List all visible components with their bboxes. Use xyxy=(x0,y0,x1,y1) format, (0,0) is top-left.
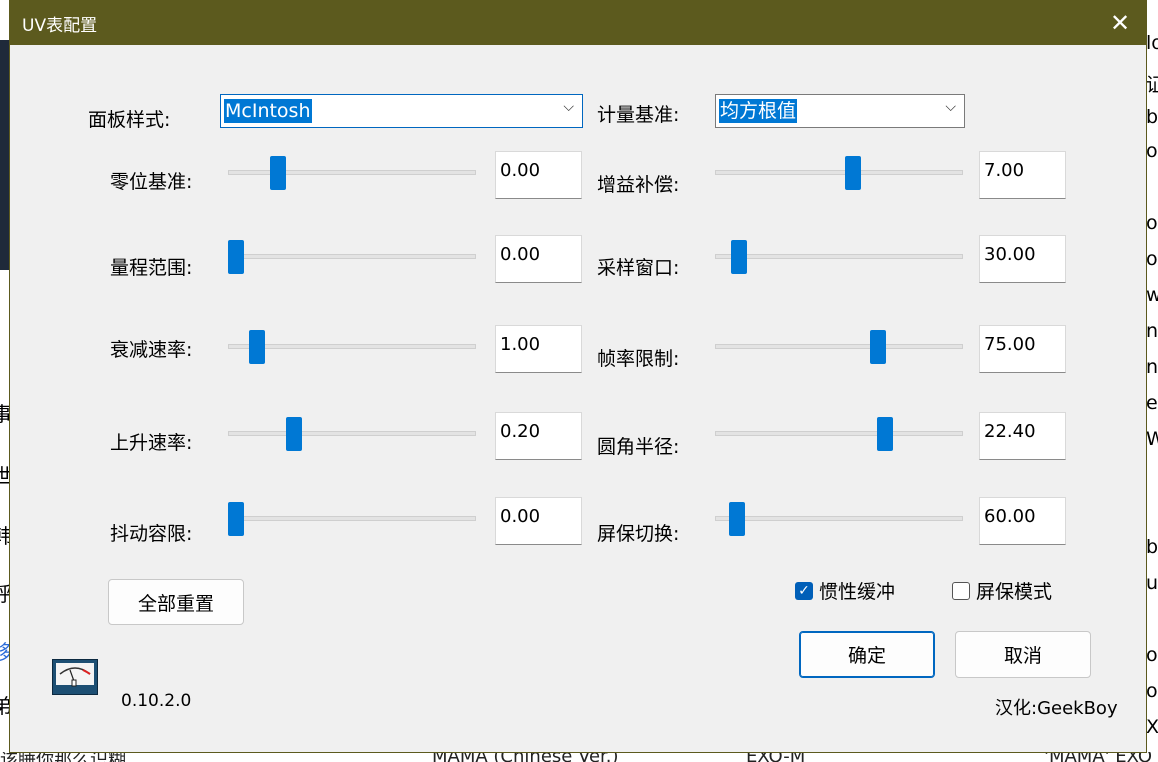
slider-value-text: 1.00 xyxy=(500,334,541,355)
background-bottom-strip: 该睡你那么识糊 MAMA (Chinese Ver.) EXO-M 'MAMA'… xyxy=(0,752,1158,762)
slider-value-text: 7.00 xyxy=(984,160,1025,181)
slider-thumb[interactable] xyxy=(731,240,748,274)
slider-label: 增益补偿: xyxy=(597,174,680,196)
slider-value-field[interactable]: 30.00 xyxy=(979,235,1066,283)
close-button[interactable]: ✕ xyxy=(1098,0,1142,45)
slider-value-field[interactable]: 60.00 xyxy=(979,497,1066,545)
slider-value-field[interactable]: 0.20 xyxy=(495,412,582,460)
window-title: UV表配置 xyxy=(22,16,98,36)
slider-thumb[interactable] xyxy=(728,502,745,536)
slider-label: 衰减速率: xyxy=(110,339,193,361)
title-bar[interactable]: UV表配置 ✕ xyxy=(10,0,1146,45)
slider-value-field[interactable]: 22.40 xyxy=(979,412,1066,460)
slider-thumb[interactable] xyxy=(877,417,894,451)
slider-label: 量程范围: xyxy=(110,257,193,279)
slider-value-text: 30.00 xyxy=(984,244,1036,265)
panel-style-value: McIntosh xyxy=(224,99,312,123)
slider-thumb[interactable] xyxy=(228,240,244,274)
slider-track[interactable] xyxy=(228,170,476,175)
slider-label: 圆角半径: xyxy=(597,436,680,458)
inertia-buffer-checkbox[interactable]: ✓ 惯性缓冲 xyxy=(795,577,895,604)
slider-thumb[interactable] xyxy=(228,502,244,536)
slider-track[interactable] xyxy=(715,254,963,259)
screensaver-mode-checkbox[interactable]: 屏保模式 xyxy=(952,577,1052,604)
slider-label: 抖动容限: xyxy=(110,523,193,545)
slider-track[interactable] xyxy=(715,431,963,436)
close-icon: ✕ xyxy=(1109,8,1131,37)
slider-value-field[interactable]: 75.00 xyxy=(979,325,1066,373)
slider-thumb[interactable] xyxy=(269,156,286,190)
slider-value-field[interactable]: 1.00 xyxy=(495,325,582,373)
slider-thumb[interactable] xyxy=(844,156,861,190)
slider-track[interactable] xyxy=(228,254,476,259)
slider-label: 零位基准: xyxy=(110,171,193,193)
slider-value-field[interactable]: 7.00 xyxy=(979,151,1066,199)
slider-track[interactable] xyxy=(715,344,963,349)
slider-value-text: 0.00 xyxy=(500,506,541,527)
metering-label: 计量基准: xyxy=(597,104,680,126)
slider-label: 上升速率: xyxy=(110,432,193,454)
slider-value-field[interactable]: 0.00 xyxy=(495,497,582,545)
uv-config-dialog: UV表配置 ✕ 面板样式: McIntosh ⌵ 计量基准: 均方根值 ⌵ 零位… xyxy=(10,0,1146,752)
slider-value-field[interactable]: 0.00 xyxy=(495,235,582,283)
ok-button[interactable]: 确定 xyxy=(799,631,935,678)
background-right-strip: lo 证 b o o o w n n e W b u o o X xyxy=(1146,0,1158,762)
panel-style-label: 面板样式: xyxy=(88,109,171,131)
slider-track[interactable] xyxy=(715,170,963,175)
credit-text: 汉化:GeekBoy xyxy=(995,698,1118,719)
checkbox-unchecked-icon xyxy=(952,581,970,600)
checkbox-checked-icon: ✓ xyxy=(795,581,813,600)
vu-meter-icon xyxy=(52,659,98,695)
slider-label: 帧率限制: xyxy=(597,348,680,370)
slider-value-text: 60.00 xyxy=(984,506,1036,527)
slider-track[interactable] xyxy=(715,516,963,521)
slider-track[interactable] xyxy=(228,431,476,436)
slider-value-field[interactable]: 0.00 xyxy=(495,151,582,199)
metering-value: 均方根值 xyxy=(719,99,798,123)
slider-thumb[interactable] xyxy=(870,330,887,364)
slider-value-text: 0.00 xyxy=(500,244,541,265)
reset-all-button[interactable]: 全部重置 xyxy=(108,579,244,625)
slider-thumb[interactable] xyxy=(286,417,302,451)
slider-value-text: 22.40 xyxy=(984,421,1036,442)
metering-dropdown[interactable]: 均方根值 ⌵ xyxy=(715,94,965,128)
inertia-buffer-label: 惯性缓冲 xyxy=(819,581,896,603)
chevron-down-icon: ⌵ xyxy=(945,99,956,115)
screensaver-mode-label: 屏保模式 xyxy=(976,581,1053,603)
panel-style-dropdown[interactable]: McIntosh ⌵ xyxy=(220,94,583,128)
slider-track[interactable] xyxy=(228,516,476,521)
chevron-down-icon: ⌵ xyxy=(563,99,574,115)
version-text: 0.10.2.0 xyxy=(121,691,192,711)
slider-label: 屏保切换: xyxy=(597,523,680,545)
slider-value-text: 0.20 xyxy=(500,421,541,442)
slider-track[interactable] xyxy=(228,344,476,349)
slider-label: 采样窗口: xyxy=(597,257,680,279)
slider-thumb[interactable] xyxy=(248,330,265,364)
slider-value-text: 75.00 xyxy=(984,334,1036,355)
slider-value-text: 0.00 xyxy=(500,160,541,181)
cancel-button[interactable]: 取消 xyxy=(955,631,1091,678)
